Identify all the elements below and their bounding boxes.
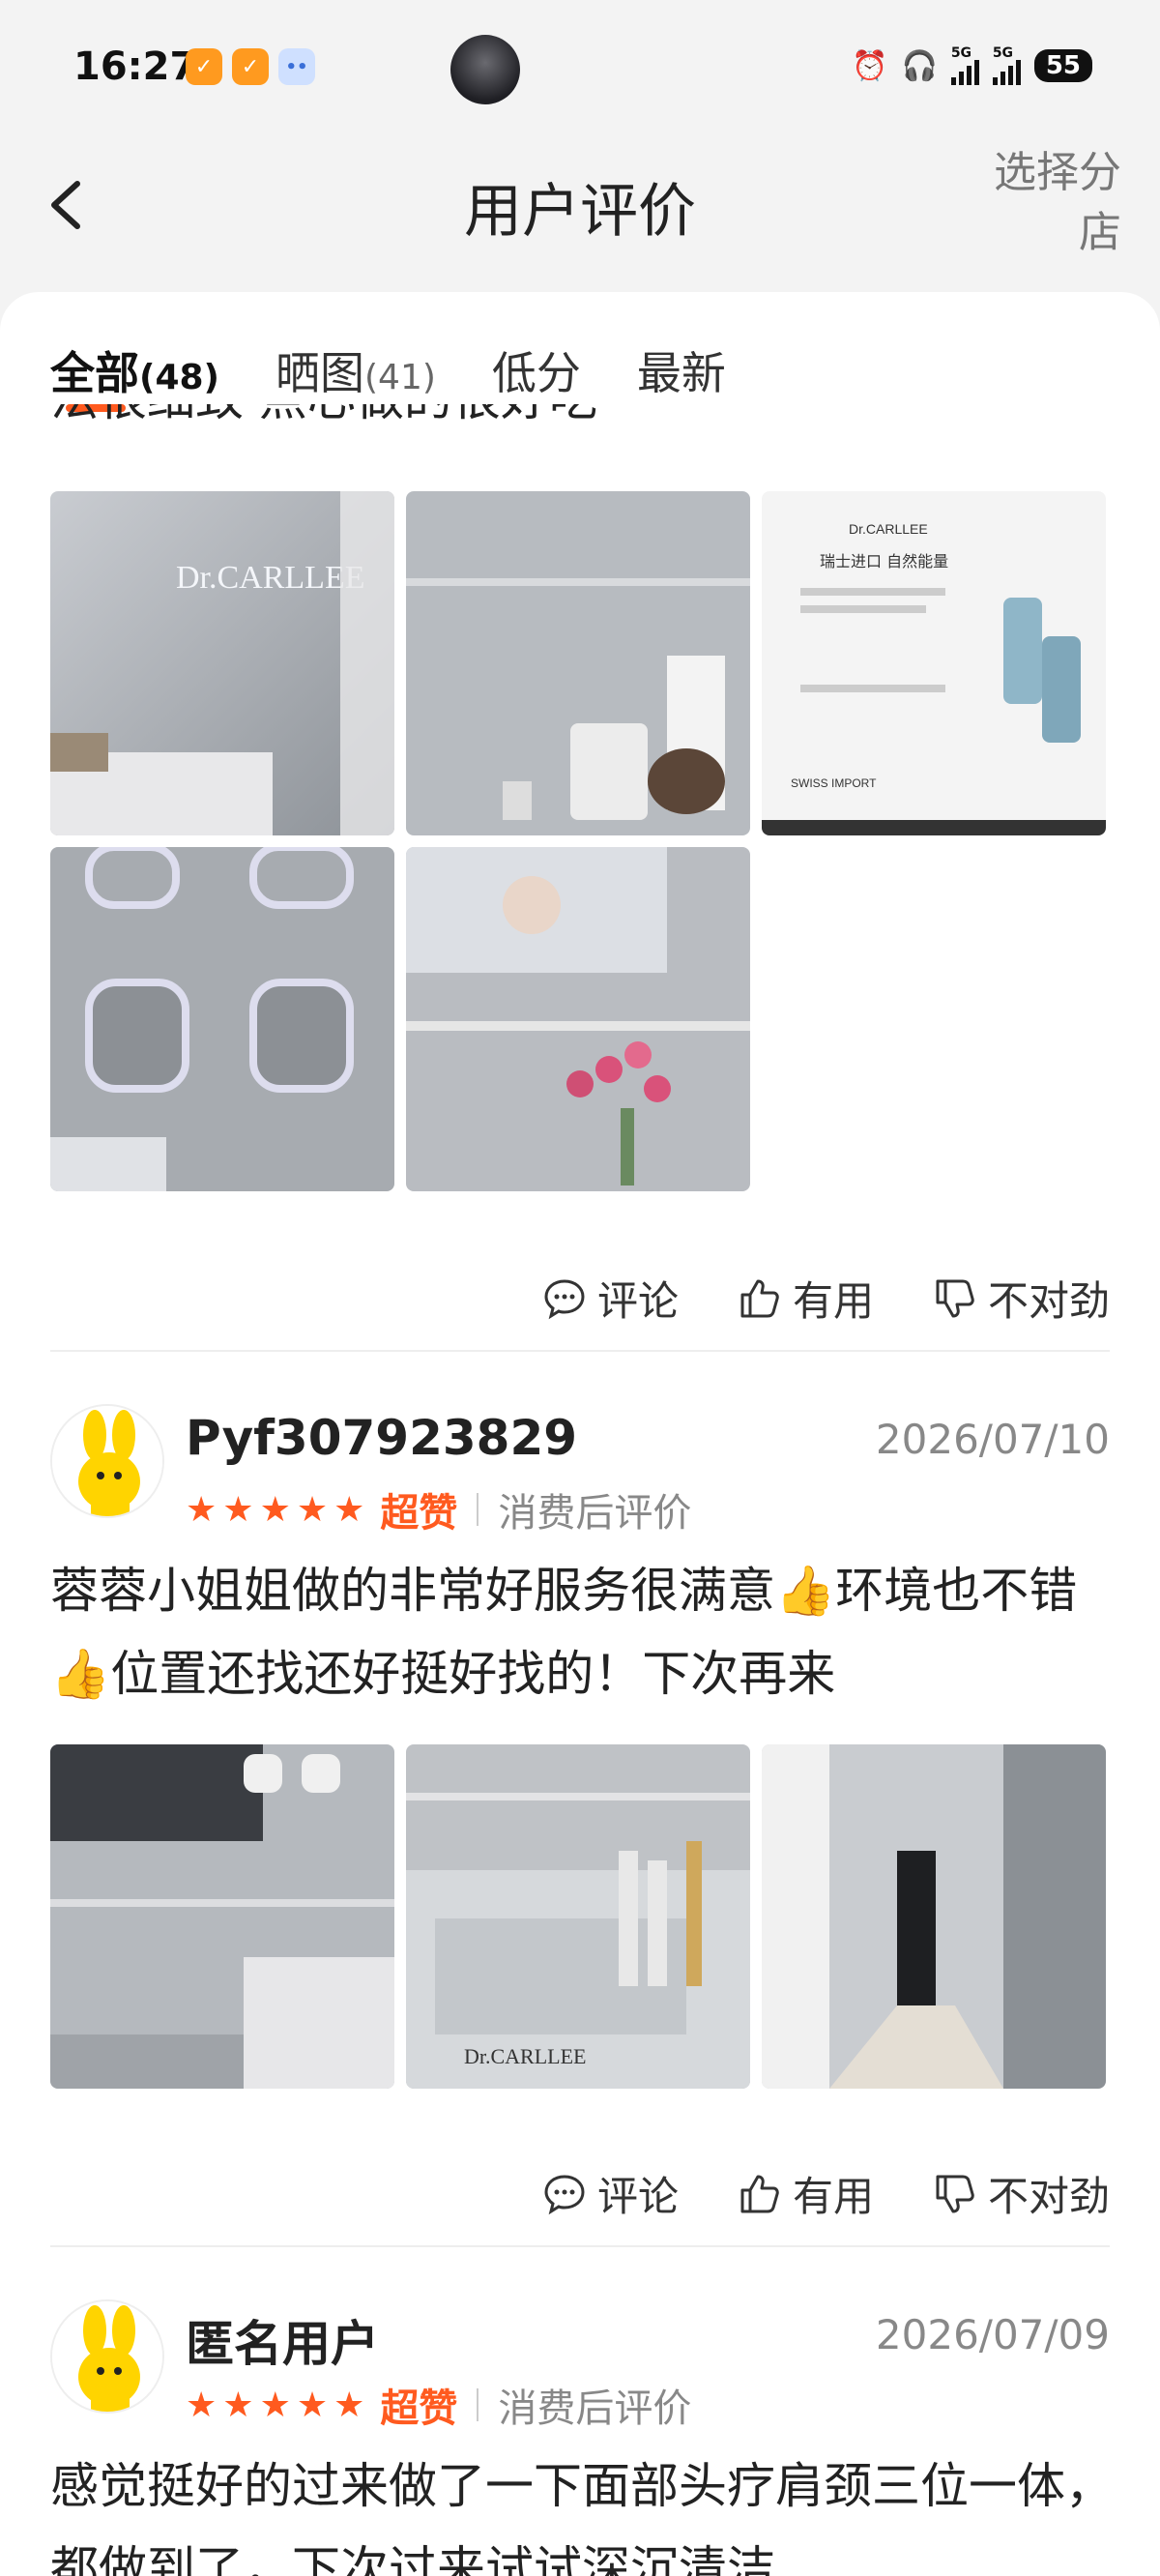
tab-low-score[interactable]: 低分: [492, 338, 581, 402]
review-date: 2026/07/10: [875, 1416, 1110, 1463]
nav-bar: 用户评价 选择分店: [0, 135, 1160, 290]
review-type: 消费后评价: [498, 2386, 692, 2431]
comment-button[interactable]: 评论: [541, 1269, 679, 1328]
rating-line: ★ ★ ★ ★ ★ 超赞 消费后评价: [186, 2377, 691, 2433]
review-photos: Dr.CARLLEE: [50, 1744, 1106, 2089]
review-actions: 评论 有用 不对劲: [541, 1269, 1110, 1328]
star-icon: ★: [186, 1489, 218, 1530]
svg-text:Dr.CARLLEE: Dr.CARLLEE: [464, 2044, 587, 2068]
alarm-icon: ⏰: [852, 48, 888, 83]
star-icon: ★: [296, 2385, 329, 2425]
star-icon: ★: [296, 1489, 329, 1530]
review-type: 消费后评价: [498, 1491, 692, 1536]
photo-brand-text: Dr.CARLLEE: [176, 560, 364, 596]
tab-all[interactable]: 全部(48): [50, 338, 219, 412]
review-photo[interactable]: Dr.CARLLEE: [406, 1744, 750, 2089]
rabbit-avatar-icon: [52, 2301, 162, 2412]
review-photo[interactable]: Dr.CARLLEE: [50, 491, 394, 835]
divider: [50, 1350, 1110, 1352]
signal-icon: 5G: [992, 46, 1021, 85]
review-photo[interactable]: [406, 847, 750, 1191]
rabbit-avatar-icon: [52, 1406, 162, 1516]
battery-icon: 55: [1033, 49, 1092, 82]
useful-button[interactable]: 有用: [737, 2164, 874, 2223]
thumbs-up-icon: [740, 1279, 779, 1317]
star-icon: ★: [186, 2385, 218, 2425]
filter-tabs: 全部(48) 晒图(41) 低分 最新: [50, 338, 726, 412]
thumbs-down-icon: [936, 1279, 974, 1317]
rating-label: 超赞: [380, 2386, 458, 2431]
star-icon: ★: [222, 1489, 254, 1530]
status-bar: 16:27 ✓ ✓ •• ⏰ 🎧 5G 5G 55: [0, 0, 1160, 135]
divider: [50, 2245, 1110, 2247]
review-actions: 评论 有用 不对劲: [541, 2164, 1110, 2223]
front-camera: [450, 35, 520, 104]
select-shop-button[interactable]: 选择分店: [976, 143, 1121, 263]
status-time: 16:27: [73, 44, 197, 89]
thumbs-up-icon: [740, 2175, 779, 2212]
review-text: 感觉挺好的过来做了一下面部头疗肩颈三位一体，都做到了，下次过来试试深沉清洁: [50, 2458, 1114, 2576]
comment-icon: [544, 1278, 585, 1319]
review-photo[interactable]: [406, 491, 750, 835]
star-icon: ★: [334, 1489, 365, 1530]
tab-latest[interactable]: 最新: [637, 338, 726, 402]
review-photos: Dr.CARLLEE Dr.CARLLEE 瑞士进口 自然能量 SWISS IM…: [50, 491, 1106, 1191]
svg-text:瑞士进口 自然能量: 瑞士进口 自然能量: [820, 552, 948, 571]
review-photo[interactable]: [762, 1744, 1106, 2089]
review-photo[interactable]: [50, 847, 394, 1191]
tab-photos[interactable]: 晒图(41): [276, 338, 436, 402]
comment-button[interactable]: 评论: [541, 2164, 679, 2223]
review-text-partial: 法很细致 点心做的很好吃: [50, 404, 597, 445]
username[interactable]: 匿名用户: [186, 2305, 379, 2375]
separator: [477, 1493, 479, 1526]
app-notification-icon: ✓: [232, 48, 269, 85]
thumbs-down-icon: [936, 2175, 974, 2212]
useful-button[interactable]: 有用: [737, 1269, 874, 1328]
avatar[interactable]: [50, 2299, 164, 2414]
star-icon: ★: [222, 2385, 254, 2425]
rating-label: 超赞: [380, 1491, 458, 1536]
report-wrong-button[interactable]: 不对劲: [932, 2164, 1110, 2223]
rating-line: ★ ★ ★ ★ ★ 超赞 消费后评价: [186, 1481, 691, 1537]
username[interactable]: Pyf307923829: [186, 1410, 577, 1466]
star-icon: ★: [259, 2385, 291, 2425]
star-icon: ★: [259, 1489, 291, 1530]
review-date: 2026/07/09: [875, 2311, 1110, 2358]
star-icon: ★: [334, 2385, 365, 2425]
star-rating: ★ ★ ★ ★ ★: [186, 2386, 364, 2425]
avatar[interactable]: [50, 1404, 164, 1518]
signal-icon: 5G: [950, 46, 979, 85]
app-notification-icon: ✓: [186, 48, 222, 85]
svg-text:Dr.CARLLEE: Dr.CARLLEE: [849, 521, 928, 537]
comment-icon: [544, 2174, 585, 2214]
svg-text:SWISS IMPORT: SWISS IMPORT: [791, 776, 877, 790]
separator: [477, 2388, 479, 2421]
reviews-card: 全部(48) 晒图(41) 低分 最新 法很细致 点心做的很好吃 Dr.CARL…: [0, 292, 1160, 2576]
review-photo[interactable]: [50, 1744, 394, 2089]
review-photo[interactable]: Dr.CARLLEE 瑞士进口 自然能量 SWISS IMPORT: [762, 491, 1106, 835]
review-text: 蓉蓉小姐姐做的非常好服务很满意👍环境也不错👍位置还找还好挺好找的！下次再来: [50, 1563, 1078, 1702]
assistant-notification-icon: ••: [278, 48, 315, 85]
star-rating: ★ ★ ★ ★ ★: [186, 1490, 364, 1530]
headphones-icon: 🎧: [901, 48, 938, 83]
report-wrong-button[interactable]: 不对劲: [932, 1269, 1110, 1328]
system-icons: ⏰ 🎧 5G 5G 55: [852, 46, 1092, 85]
